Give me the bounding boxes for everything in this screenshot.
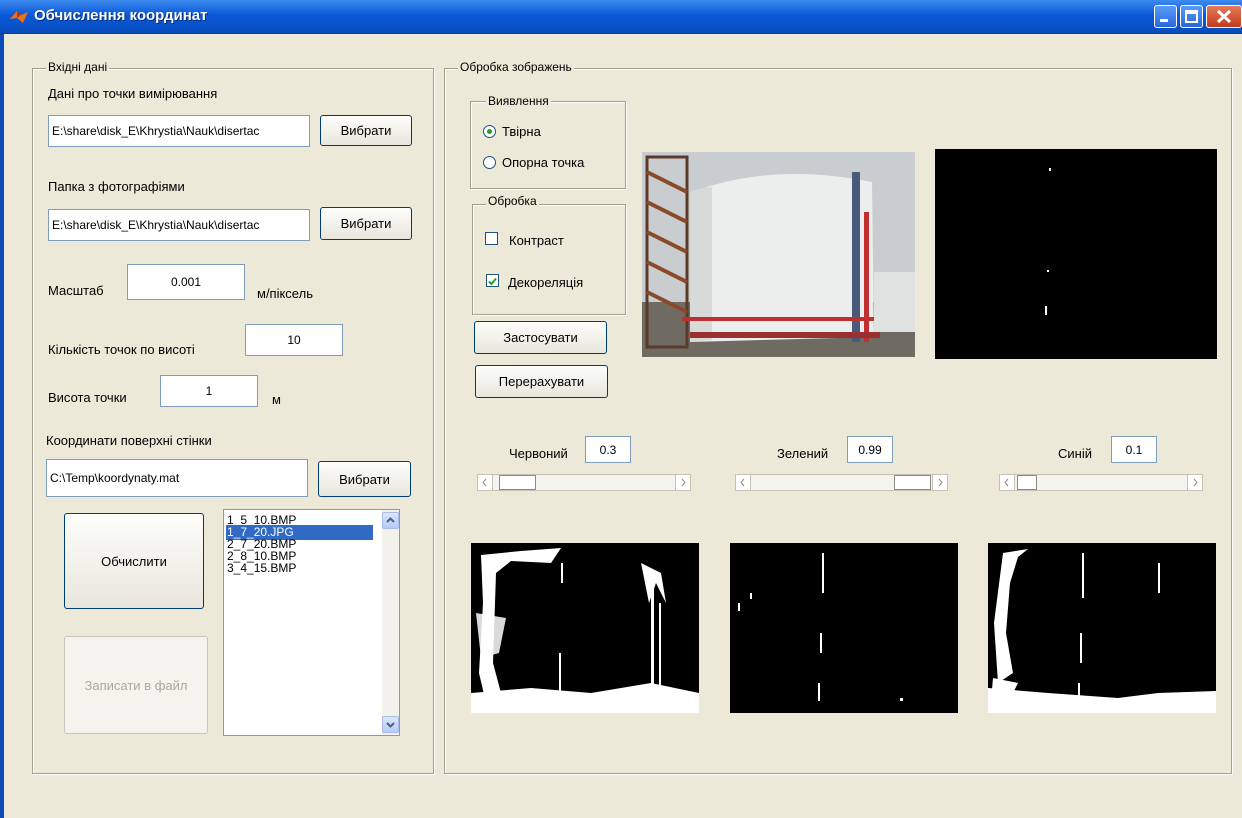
arrow-left-icon — [1004, 478, 1009, 487]
window-title: Обчислення координат — [34, 7, 208, 24]
window-border — [0, 34, 4, 818]
chevron-down-icon — [386, 722, 395, 728]
blue-slider-right-arrow[interactable] — [1187, 475, 1202, 490]
green-value-field[interactable]: 0.99 — [847, 436, 893, 463]
arrow-right-icon — [1193, 478, 1198, 487]
scroll-up-button[interactable] — [382, 512, 399, 529]
green-label: Зелений — [777, 446, 829, 461]
save-to-file-button: Записати в файл — [64, 636, 208, 734]
arrow-left-icon — [482, 478, 487, 487]
red-slider[interactable] — [477, 474, 691, 491]
coords-label: Координати поверхні стінки — [46, 433, 212, 448]
file-list-item[interactable]: 3_4_15.BMP — [226, 561, 296, 576]
red-value-field[interactable]: 0.3 — [585, 436, 631, 463]
count-field[interactable]: 10 — [245, 324, 343, 356]
height-label: Висота точки — [48, 390, 127, 405]
input-panel-title: Вхідні дані — [46, 60, 110, 74]
blue-value-field[interactable]: 0.1 — [1111, 436, 1157, 463]
green-slider-left-arrow[interactable] — [736, 475, 751, 490]
scale-field[interactable]: 0.001 — [127, 264, 245, 300]
process-group-title: Обробка — [486, 194, 539, 208]
blue-channel-mask — [988, 549, 1216, 713]
detect-group — [470, 101, 626, 189]
blue-label: Синій — [1058, 446, 1092, 461]
maximize-button[interactable] — [1180, 5, 1203, 28]
decorrelation-checkbox[interactable] — [486, 274, 499, 287]
points-label: Дані про точки вимірювання — [48, 86, 218, 101]
red-slider-right-arrow[interactable] — [675, 475, 690, 490]
browse-photos-button[interactable]: Вибрати — [320, 207, 412, 240]
scale-unit: м/піксель — [257, 286, 313, 301]
close-icon — [1216, 9, 1232, 24]
recalculate-button[interactable]: Перерахувати — [475, 365, 608, 398]
detection-points — [1045, 168, 1051, 315]
process-group — [472, 204, 626, 315]
radio-opory-point[interactable] — [483, 156, 496, 169]
green-slider-thumb[interactable] — [894, 475, 931, 490]
green-slider-right-arrow[interactable] — [932, 475, 947, 490]
decorrelation-label[interactable]: Декореляція — [508, 275, 583, 290]
radio-selected-dot — [487, 129, 492, 134]
minimize-icon — [1160, 19, 1168, 22]
browse-coords-button[interactable]: Вибрати — [318, 461, 411, 497]
apply-button[interactable]: Застосувати — [474, 321, 607, 354]
blue-slider-thumb[interactable] — [1017, 475, 1037, 490]
detection-result-image — [935, 149, 1217, 359]
processing-panel-title: Обробка зображень — [458, 60, 574, 74]
title-bar: Обчислення координат — [0, 0, 1242, 34]
red-slider-thumb[interactable] — [499, 475, 536, 490]
maximize-icon — [1185, 10, 1198, 23]
chevron-up-icon — [386, 517, 395, 523]
green-channel-mask — [738, 553, 903, 701]
close-button[interactable] — [1206, 5, 1242, 28]
arrow-right-icon — [681, 478, 686, 487]
blue-slider[interactable] — [999, 474, 1203, 491]
scroll-down-button[interactable] — [382, 716, 399, 733]
photos-path-field[interactable]: E:\share\disk_E\Khrystia\Nauk\disertac — [48, 209, 310, 241]
green-slider[interactable] — [735, 474, 948, 491]
file-listbox[interactable]: 1_5_10.BMP 1_7_20.JPG 2_7_20.BMP 2_8_10.BMP… — [223, 509, 400, 736]
red-slider-left-arrow[interactable] — [478, 475, 493, 490]
coords-path-field[interactable]: C:\Temp\koordynaty.mat — [46, 459, 308, 497]
red-label: Червоний — [509, 446, 568, 461]
radio-opory-point-label[interactable]: Опорна точка — [502, 155, 584, 170]
contrast-label[interactable]: Контраст — [509, 233, 564, 248]
photos-label: Папка з фотографіями — [48, 179, 185, 194]
arrow-right-icon — [938, 478, 943, 487]
height-field[interactable]: 1 — [160, 375, 258, 407]
matlab-icon — [10, 11, 28, 23]
arrow-left-icon — [740, 478, 745, 487]
height-unit: м — [272, 392, 281, 407]
tank-photo-image — [642, 152, 915, 357]
listbox-scrollbar[interactable] — [382, 510, 399, 735]
red-channel-image — [471, 543, 699, 713]
detect-group-title: Виявлення — [486, 94, 551, 108]
scale-label: Масштаб — [48, 283, 104, 298]
contrast-checkbox[interactable] — [485, 232, 498, 245]
checkmark-icon — [488, 277, 497, 286]
minimize-button[interactable] — [1154, 5, 1177, 28]
count-label: Кількість точок по висоті — [48, 342, 195, 357]
radio-tvirna-label[interactable]: Твірна — [502, 124, 541, 139]
green-channel-image — [730, 543, 958, 713]
source-photo — [642, 152, 915, 357]
points-path-field[interactable]: E:\share\disk_E\Khrystia\Nauk\disertac — [48, 115, 310, 147]
radio-tvirna[interactable] — [483, 125, 496, 138]
compute-button[interactable]: Обчислити — [64, 513, 204, 609]
red-channel-mask — [471, 548, 699, 713]
browse-points-button[interactable]: Вибрати — [320, 115, 412, 146]
blue-slider-left-arrow[interactable] — [1000, 475, 1015, 490]
blue-channel-image — [988, 543, 1216, 713]
